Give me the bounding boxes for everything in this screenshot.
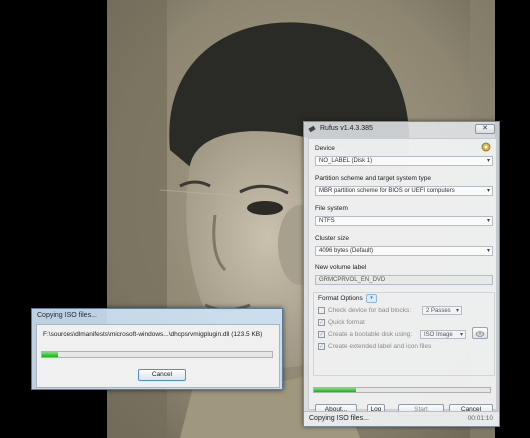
dialog-title: Copying ISO files... xyxy=(37,312,97,319)
extended-label-label: Create extended label and icon files xyxy=(328,343,432,350)
cluster-select-value: 4096 bytes (Default) xyxy=(319,248,374,254)
collapse-options-icon[interactable]: ▾ xyxy=(366,294,377,303)
rufus-progress-bar xyxy=(313,387,491,393)
device-select[interactable]: NO_LABEL (Disk 1) ▾ xyxy=(315,156,493,166)
refresh-devices-icon[interactable] xyxy=(481,142,491,152)
filesystem-select[interactable]: NTFS ▾ xyxy=(315,216,493,226)
chevron-down-icon: ▾ xyxy=(486,248,490,254)
rufus-window: Rufus v1.4.3.385 ✕ Device NO_LABEL (Disk… xyxy=(303,121,500,427)
status-bar: Copying ISO files... 00:01:10 xyxy=(304,411,499,426)
chevron-down-icon: ▾ xyxy=(486,158,490,164)
extended-label-checkbox[interactable]: ✓ xyxy=(318,343,325,350)
copy-progress-bar xyxy=(41,351,273,358)
elapsed-timer: 00:01:10 xyxy=(467,415,493,422)
partition-select-value: MBR partition scheme for BIOS or UEFI co… xyxy=(319,188,455,194)
cluster-label: Cluster size xyxy=(315,235,349,242)
partition-label: Partition scheme and target system type xyxy=(315,175,431,182)
bootable-label: Create a bootable disk using: xyxy=(328,331,413,338)
partition-select[interactable]: MBR partition scheme for BIOS or UEFI co… xyxy=(315,186,493,196)
bad-blocks-passes-select[interactable]: 2 Passes ▾ xyxy=(422,306,462,315)
bad-blocks-passes-value: 2 Passes xyxy=(426,308,451,314)
bootable-type-select[interactable]: ISO Image ▾ xyxy=(420,330,466,339)
bad-blocks-label: Check device for bad blocks: xyxy=(328,307,412,314)
close-button[interactable]: ✕ xyxy=(475,124,495,134)
volume-label-input[interactable]: GRMCPRVOL_EN_DVD xyxy=(315,275,493,285)
copy-cancel-button[interactable]: Cancel xyxy=(138,369,186,381)
chevron-down-icon: ▾ xyxy=(455,308,459,314)
volume-label-label: New volume label xyxy=(315,264,367,271)
device-select-value: NO_LABEL (Disk 1) xyxy=(319,158,373,164)
rufus-title-bar[interactable]: Rufus v1.4.3.385 ✕ xyxy=(304,122,499,136)
filesystem-select-value: NTFS xyxy=(319,218,335,224)
bad-blocks-checkbox[interactable] xyxy=(318,307,325,314)
disc-drive-icon xyxy=(475,331,485,337)
copy-progress-fill xyxy=(42,352,59,357)
select-iso-button[interactable] xyxy=(472,327,488,339)
chevron-down-icon: ▾ xyxy=(459,332,463,338)
chevron-down-icon: ▾ xyxy=(486,218,490,224)
quick-format-checkbox[interactable]: ✓ xyxy=(318,319,325,326)
usb-drive-icon xyxy=(308,125,316,133)
quick-format-label: Quick format xyxy=(328,319,365,326)
device-label: Device xyxy=(315,145,335,152)
rufus-body: Device NO_LABEL (Disk 1) ▾ Partition sche… xyxy=(308,138,497,416)
bootable-type-value: ISO Image xyxy=(424,332,453,338)
dialog-body: F:\sources\dlmanifests\microsoft-windows… xyxy=(36,324,280,388)
status-text: Copying ISO files... xyxy=(309,415,369,422)
current-file-path: F:\sources\dlmanifests\microsoft-windows… xyxy=(43,331,263,338)
rufus-progress-fill xyxy=(314,388,357,392)
copy-progress-dialog: Copying ISO files... F:\sources\dlmanife… xyxy=(31,308,283,390)
cluster-select[interactable]: 4096 bytes (Default) ▾ xyxy=(315,246,493,256)
chevron-down-icon: ▾ xyxy=(486,188,490,194)
format-options-label: Format Options xyxy=(318,295,363,302)
bootable-checkbox[interactable]: ✓ xyxy=(318,331,325,338)
filesystem-label: File system xyxy=(315,205,348,212)
window-title: Rufus v1.4.3.385 xyxy=(320,125,373,132)
